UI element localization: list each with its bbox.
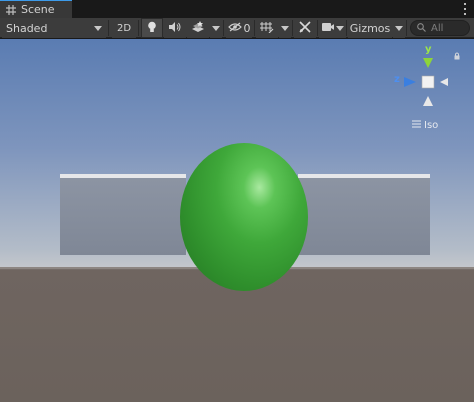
toolbar-divider	[138, 20, 139, 36]
toolbar-divider	[223, 20, 224, 36]
menu-lines-icon	[412, 120, 421, 131]
tab-bar: Scene	[0, 0, 474, 18]
draw-mode-label: Shaded	[6, 21, 48, 35]
effects-dropdown-button[interactable]	[210, 18, 222, 38]
hidden-count: 0	[243, 21, 251, 35]
chevron-down-icon	[395, 25, 403, 31]
speaker-icon	[168, 21, 182, 36]
toolbar-divider	[346, 20, 347, 36]
chevron-down-icon	[212, 25, 220, 31]
toolbar-divider	[292, 20, 293, 36]
effects-icon	[191, 20, 205, 36]
grid-icon	[6, 4, 16, 15]
orientation-gizmo-graphic	[404, 58, 448, 106]
search-placeholder: All	[431, 22, 444, 34]
2d-toggle-label: 2D	[116, 22, 132, 34]
toolbar-divider	[108, 20, 109, 36]
gizmo-z-label: z	[394, 74, 400, 85]
grid-snap-icon	[260, 21, 274, 36]
window-menu-icon[interactable]	[462, 3, 468, 15]
tab-scene[interactable]: Scene	[0, 0, 72, 18]
camera-icon	[321, 22, 335, 35]
scene-toolbar: Shaded 2D 0 Gizmos All	[0, 18, 474, 38]
effects-toggle-button[interactable]	[187, 18, 209, 38]
gizmos-dropdown-button[interactable]	[393, 18, 405, 38]
lock-icon[interactable]	[454, 50, 460, 63]
orientation-gizmo[interactable]: y z	[394, 44, 460, 120]
lighting-toggle-button[interactable]	[141, 18, 163, 38]
scene-visibility-toggle[interactable]: 0	[226, 18, 252, 38]
search-icon	[417, 22, 426, 35]
toolbar-divider	[406, 20, 407, 36]
projection-label: Iso	[424, 120, 439, 131]
scene-viewport[interactable]: y z Iso	[0, 39, 474, 402]
component-tools-button[interactable]	[294, 18, 316, 38]
lightbulb-icon	[147, 21, 157, 36]
audio-toggle-button[interactable]	[164, 18, 186, 38]
chevron-down-icon	[281, 25, 289, 31]
draw-mode-dropdown[interactable]: Shaded	[2, 18, 106, 38]
gizmos-toggle-button[interactable]: Gizmos	[348, 18, 392, 38]
camera-dropdown-button[interactable]	[334, 18, 346, 38]
toolbar-divider	[317, 20, 318, 36]
2d-toggle-button[interactable]: 2D	[112, 18, 136, 38]
scene-search-field[interactable]: All	[410, 20, 470, 36]
tools-icon	[299, 20, 311, 36]
grid-toggle-button[interactable]	[256, 18, 278, 38]
chevron-down-icon	[336, 25, 344, 31]
projection-toggle[interactable]: Iso	[412, 120, 438, 131]
toolbar-divider	[254, 20, 255, 36]
grid-dropdown-button[interactable]	[279, 18, 291, 38]
tab-scene-label: Scene	[21, 3, 55, 16]
left-wall[interactable]	[60, 178, 186, 255]
chevron-down-icon	[94, 25, 102, 31]
gizmos-label: Gizmos	[349, 21, 391, 35]
green-sphere[interactable]	[180, 143, 308, 291]
eye-slash-icon	[227, 22, 242, 35]
right-wall[interactable]	[298, 178, 430, 255]
scene-window: Scene Shaded 2D 0 Gizmos All y z Iso	[0, 0, 474, 402]
gizmo-y-label: y	[425, 44, 432, 55]
